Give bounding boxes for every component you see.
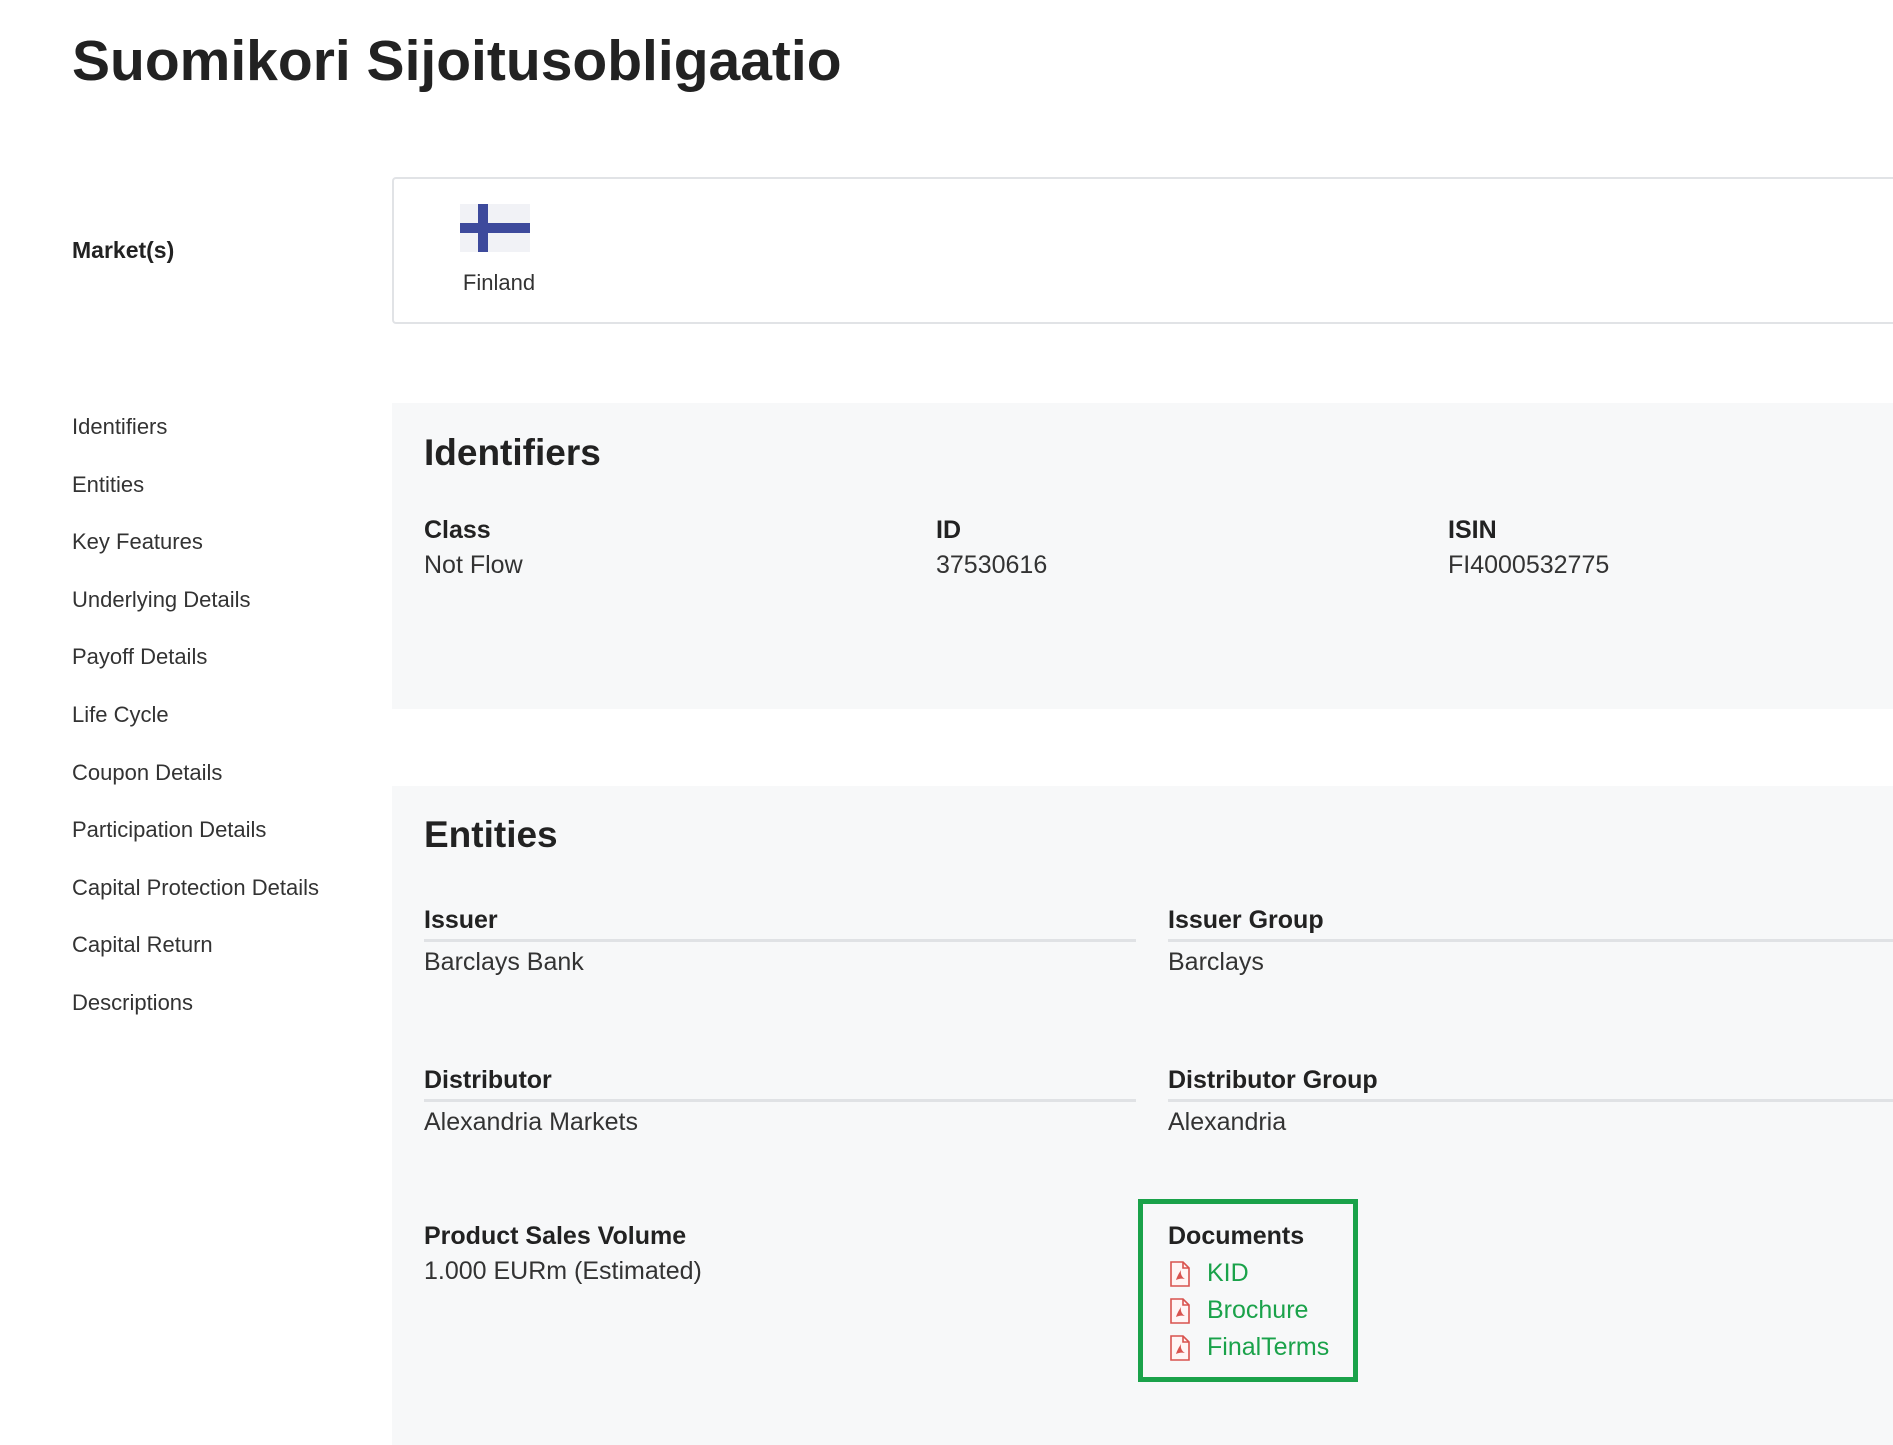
section-nav: Identifiers Entities Key Features Underl…: [72, 414, 319, 1048]
class-label: Class: [424, 516, 491, 544]
markets-label: Market(s): [72, 237, 175, 263]
markets-box: Finland: [392, 177, 1893, 324]
nav-item-life-cycle[interactable]: Life Cycle: [72, 702, 319, 760]
id-value: 37530616: [936, 551, 1048, 579]
nav-item-descriptions[interactable]: Descriptions: [72, 990, 319, 1048]
nav-item-participation-details[interactable]: Participation Details: [72, 817, 319, 875]
isin-value: FI4000532775: [1448, 551, 1610, 579]
class-field: Class Not Flow: [424, 516, 523, 580]
nav-item-capital-protection-details[interactable]: Capital Protection Details: [72, 875, 319, 933]
documents-field: Documents KID Brochure FinalTerms: [1168, 1222, 1329, 1366]
document-link-label[interactable]: FinalTerms: [1207, 1333, 1329, 1362]
document-link-label[interactable]: Brochure: [1207, 1296, 1308, 1325]
nav-item-capital-return[interactable]: Capital Return: [72, 932, 319, 990]
issuer-group-value: Barclays: [1168, 948, 1264, 976]
sales-volume-label: Product Sales Volume: [424, 1222, 687, 1250]
distributor-field: Distributor Alexandria Markets: [424, 1066, 1136, 1137]
distributor-group-value: Alexandria: [1168, 1108, 1287, 1136]
nav-item-underlying-details[interactable]: Underlying Details: [72, 587, 319, 645]
documents-label: Documents: [1168, 1222, 1305, 1250]
document-link-kid[interactable]: KID: [1168, 1255, 1329, 1292]
distributor-value: Alexandria Markets: [424, 1108, 638, 1136]
isin-label: ISIN: [1448, 516, 1497, 544]
issuer-group-field: Issuer Group Barclays: [1168, 906, 1893, 977]
identifiers-panel: Identifiers Class Not Flow ID 37530616 I…: [392, 403, 1893, 709]
document-link-label[interactable]: KID: [1207, 1259, 1249, 1288]
isin-field: ISIN FI4000532775: [1448, 516, 1609, 580]
entities-title: Entities: [424, 814, 558, 855]
distributor-group-field: Distributor Group Alexandria: [1168, 1066, 1893, 1137]
documents-list: KID Brochure FinalTerms: [1168, 1255, 1329, 1366]
pdf-icon: [1170, 1260, 1190, 1287]
pdf-icon: [1170, 1297, 1190, 1324]
id-label: ID: [936, 516, 961, 544]
issuer-field: Issuer Barclays Bank: [424, 906, 1136, 977]
distributor-group-label: Distributor Group: [1168, 1066, 1893, 1102]
sales-volume-field: Product Sales Volume 1.000 EURm (Estimat…: [424, 1222, 702, 1286]
document-link-finalterms[interactable]: FinalTerms: [1168, 1329, 1329, 1366]
class-value: Not Flow: [424, 551, 523, 579]
issuer-value: Barclays Bank: [424, 948, 584, 976]
pdf-icon: [1170, 1334, 1190, 1361]
nav-item-entities[interactable]: Entities: [72, 472, 319, 530]
document-link-brochure[interactable]: Brochure: [1168, 1292, 1329, 1329]
page-title: Suomikori Sijoitusobligaatio: [72, 29, 842, 93]
nav-item-identifiers[interactable]: Identifiers: [72, 414, 319, 472]
id-field: ID 37530616: [936, 516, 1047, 580]
entities-panel: Entities Issuer Barclays Bank Issuer Gro…: [392, 786, 1893, 1445]
issuer-group-label: Issuer Group: [1168, 906, 1893, 942]
issuer-label: Issuer: [424, 906, 1136, 942]
distributor-label: Distributor: [424, 1066, 1136, 1102]
finland-flag-icon: [460, 204, 530, 252]
market-name: Finland: [462, 270, 536, 295]
sales-volume-value: 1.000 EURm (Estimated): [424, 1257, 702, 1285]
nav-item-payoff-details[interactable]: Payoff Details: [72, 644, 319, 702]
nav-item-key-features[interactable]: Key Features: [72, 529, 319, 587]
identifiers-title: Identifiers: [424, 432, 601, 473]
nav-item-coupon-details[interactable]: Coupon Details: [72, 760, 319, 818]
